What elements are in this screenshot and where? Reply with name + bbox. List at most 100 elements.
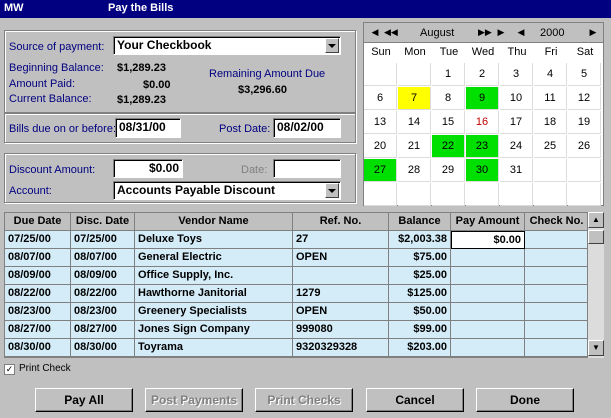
cell-check-no[interactable] bbox=[525, 303, 589, 321]
cell-vendor-name: General Electric bbox=[135, 249, 293, 267]
cell-vendor-name: Jones Sign Company bbox=[135, 321, 293, 339]
cell-ref-no: OPEN bbox=[293, 249, 389, 267]
scroll-down-button[interactable]: ▼ bbox=[588, 340, 604, 356]
post-payments-button[interactable]: Post Payments bbox=[145, 388, 243, 412]
calendar-day[interactable]: 28 bbox=[398, 159, 431, 182]
vertical-scrollbar[interactable]: ▲ ▼ bbox=[587, 212, 604, 358]
cell-pay-amount[interactable] bbox=[451, 339, 525, 357]
source-dropdown[interactable]: Your Checkbook bbox=[113, 36, 341, 55]
calendar-day[interactable]: 23 bbox=[466, 135, 499, 158]
post-date-input[interactable]: 08/02/00 bbox=[273, 118, 341, 138]
calendar-day[interactable]: 16 bbox=[466, 111, 499, 134]
cell-check-no[interactable] bbox=[525, 249, 589, 267]
cell-pay-amount[interactable] bbox=[451, 303, 525, 321]
calendar-day[interactable]: 4 bbox=[534, 63, 567, 86]
calendar-empty-cell bbox=[432, 183, 465, 206]
next-year-icon[interactable]: ▶ bbox=[588, 26, 598, 39]
cell-ref-no: 9320329328 bbox=[293, 339, 389, 357]
header-check-no[interactable]: Check No. bbox=[525, 213, 589, 231]
cell-due-date: 08/27/00 bbox=[5, 321, 71, 339]
header-disc-date[interactable]: Disc. Date bbox=[71, 213, 135, 231]
calendar-day[interactable]: 1 bbox=[432, 63, 465, 86]
calendar-year: 2000 bbox=[540, 27, 565, 39]
calendar-day[interactable]: 20 bbox=[364, 135, 397, 158]
calendar-day[interactable]: 18 bbox=[534, 111, 567, 134]
cell-pay-amount[interactable] bbox=[451, 285, 525, 303]
calendar-day[interactable]: 13 bbox=[364, 111, 397, 134]
calendar-day[interactable]: 17 bbox=[500, 111, 533, 134]
calendar-day[interactable]: 3 bbox=[500, 63, 533, 86]
calendar-day[interactable]: 29 bbox=[432, 159, 465, 182]
calendar-day[interactable]: 22 bbox=[432, 135, 465, 158]
calendar-day[interactable]: 27 bbox=[364, 159, 397, 182]
print-checks-button[interactable]: Print Checks bbox=[255, 388, 353, 412]
calendar-day[interactable]: 24 bbox=[500, 135, 533, 158]
prev-month-icon[interactable]: ◀ bbox=[370, 26, 380, 39]
cell-ref-no bbox=[293, 267, 389, 285]
cell-ref-no: 27 bbox=[293, 231, 389, 249]
discount-amount-input[interactable]: $0.00 bbox=[113, 159, 183, 178]
calendar-day[interactable]: 30 bbox=[466, 159, 499, 182]
cell-pay-amount[interactable] bbox=[451, 249, 525, 267]
due-date-input[interactable]: 08/31/00 bbox=[115, 118, 181, 138]
calendar-day[interactable]: 11 bbox=[534, 87, 567, 110]
prev-year-icon[interactable]: ◀ bbox=[516, 26, 526, 39]
amount-paid-value: $0.00 bbox=[143, 79, 171, 91]
done-button[interactable]: Done bbox=[476, 388, 574, 412]
calendar-day[interactable]: 8 bbox=[432, 87, 465, 110]
cell-pay-amount[interactable] bbox=[451, 321, 525, 339]
calendar-day[interactable]: 25 bbox=[534, 135, 567, 158]
cell-pay-amount[interactable]: $0.00 bbox=[451, 231, 525, 249]
scroll-up-button[interactable]: ▲ bbox=[588, 212, 604, 228]
cell-balance: $25.00 bbox=[389, 267, 451, 285]
header-due-date[interactable]: Due Date bbox=[5, 213, 71, 231]
calendar-day[interactable]: 7 bbox=[398, 87, 431, 110]
cell-disc-date: 08/30/00 bbox=[71, 339, 135, 357]
calendar-day[interactable]: 6 bbox=[364, 87, 397, 110]
cell-disc-date: 08/27/00 bbox=[71, 321, 135, 339]
print-check-checkbox[interactable]: ✓ bbox=[4, 364, 15, 375]
account-dropdown[interactable]: Accounts Payable Discount bbox=[113, 181, 341, 200]
cell-check-no[interactable] bbox=[525, 267, 589, 285]
cell-vendor-name: Toyrama bbox=[135, 339, 293, 357]
cell-check-no[interactable] bbox=[525, 231, 589, 249]
calendar-month: August bbox=[420, 27, 455, 39]
cell-check-no[interactable] bbox=[525, 285, 589, 303]
calendar-day[interactable]: 26 bbox=[568, 135, 601, 158]
calendar-day[interactable]: 12 bbox=[568, 87, 601, 110]
cell-pay-amount[interactable] bbox=[451, 267, 525, 285]
calendar-empty-cell bbox=[466, 183, 499, 206]
cell-check-no[interactable] bbox=[525, 321, 589, 339]
cancel-button[interactable]: Cancel bbox=[366, 388, 464, 412]
cell-balance: $99.00 bbox=[389, 321, 451, 339]
account-value: Accounts Payable Discount bbox=[117, 183, 276, 197]
calendar-day[interactable]: 21 bbox=[398, 135, 431, 158]
cell-balance: $125.00 bbox=[389, 285, 451, 303]
header-pay-amount[interactable]: Pay Amount bbox=[451, 213, 525, 231]
discount-date-input[interactable] bbox=[273, 159, 341, 178]
calendar-day[interactable]: 14 bbox=[398, 111, 431, 134]
next-month-icon[interactable]: ▶ bbox=[496, 26, 506, 39]
calendar-day[interactable]: 19 bbox=[568, 111, 601, 134]
pay-all-button[interactable]: Pay All bbox=[35, 388, 133, 412]
calendar-day[interactable]: 9 bbox=[466, 87, 499, 110]
header-ref-no[interactable]: Ref. No. bbox=[293, 213, 389, 231]
source-dropdown-button[interactable] bbox=[325, 38, 339, 53]
source-label: Source of payment: bbox=[9, 41, 105, 53]
calendar-day[interactable]: 15 bbox=[432, 111, 465, 134]
calendar-day[interactable]: 5 bbox=[568, 63, 601, 86]
cell-check-no[interactable] bbox=[525, 339, 589, 357]
header-vendor-name[interactable]: Vendor Name bbox=[135, 213, 293, 231]
calendar-empty-cell bbox=[568, 183, 601, 206]
calendar-empty-cell bbox=[534, 183, 567, 206]
scroll-thumb[interactable] bbox=[588, 230, 604, 244]
prev-month-fast-icon[interactable]: ◀◀ bbox=[384, 26, 398, 39]
calendar-day[interactable]: 31 bbox=[500, 159, 533, 182]
cell-ref-no: 1279 bbox=[293, 285, 389, 303]
header-balance[interactable]: Balance bbox=[389, 213, 451, 231]
current-balance-label: Current Balance: bbox=[9, 93, 92, 105]
calendar-day[interactable]: 10 bbox=[500, 87, 533, 110]
calendar-day[interactable]: 2 bbox=[466, 63, 499, 86]
account-dropdown-button[interactable] bbox=[325, 183, 339, 198]
next-month-fast-icon[interactable]: ▶▶ bbox=[478, 26, 492, 39]
